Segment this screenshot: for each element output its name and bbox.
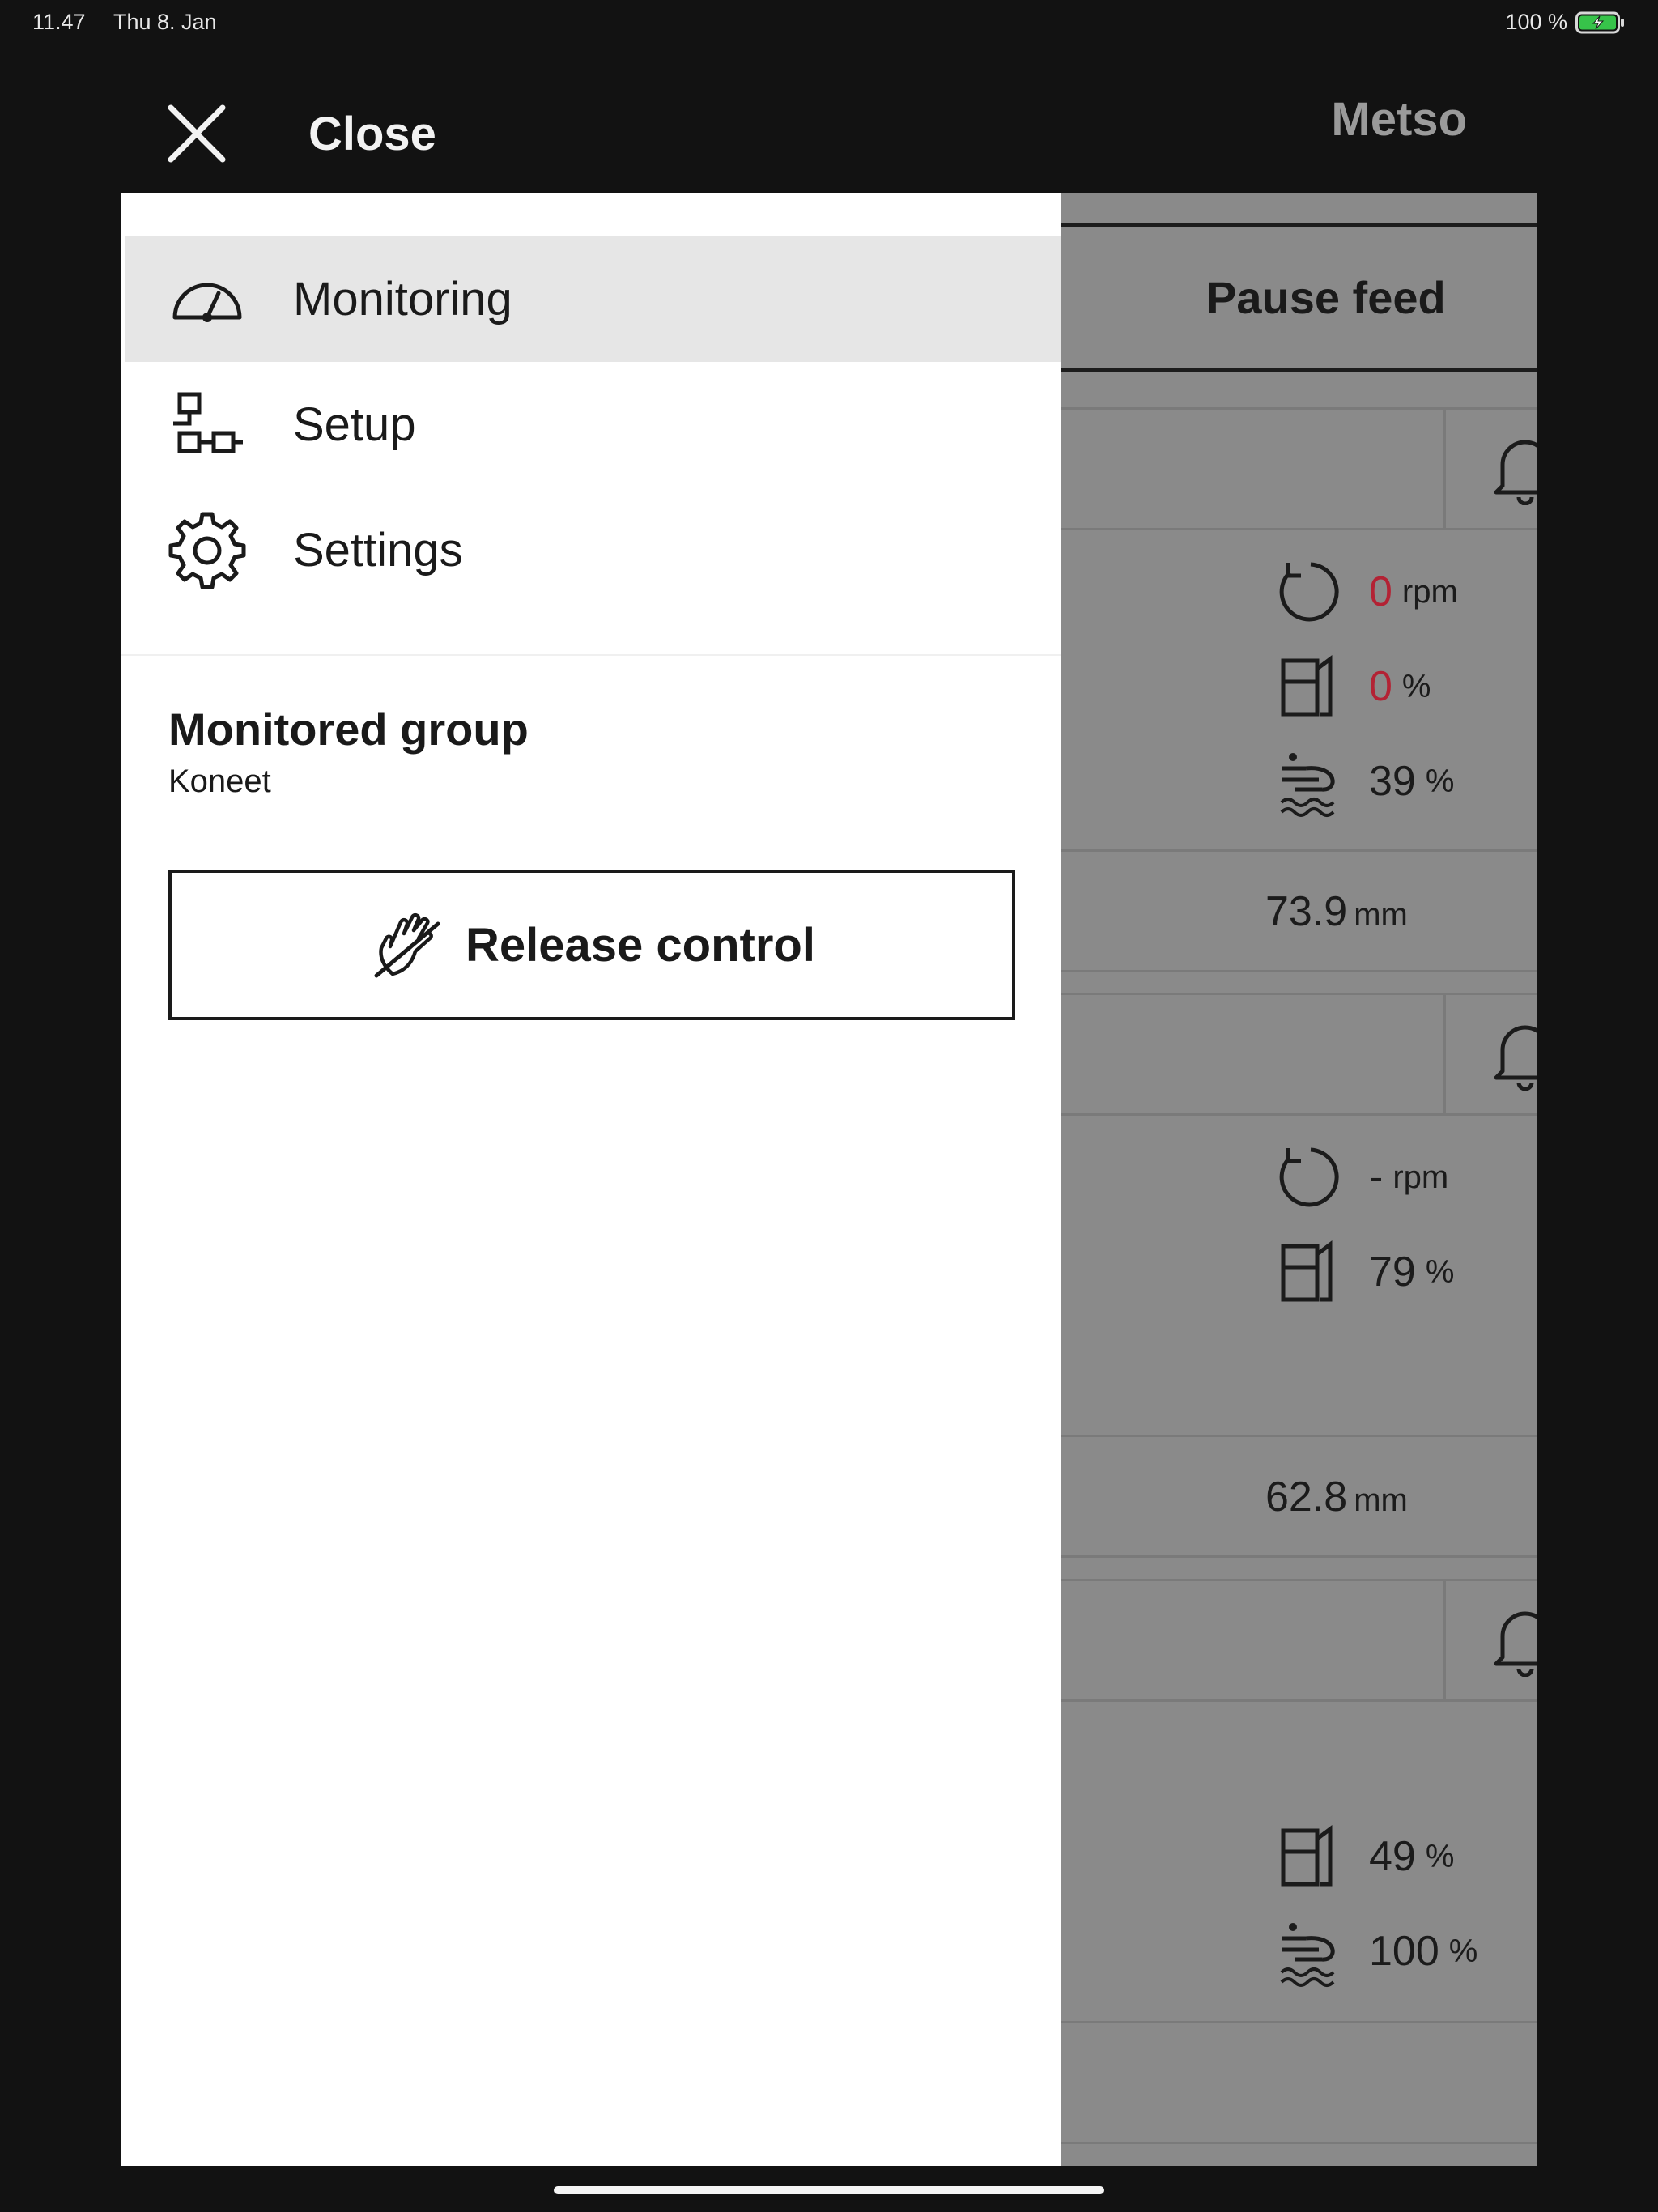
fuel-icon (1281, 655, 1333, 717)
alarm-button[interactable] (1443, 995, 1537, 1113)
card-footer: 73.9 mm (1055, 849, 1537, 970)
water-spray-icon (1280, 1923, 1335, 1987)
alarm-button[interactable] (1443, 410, 1537, 528)
setting-value: 62.8 mm (1265, 1473, 1408, 1521)
metric-value: - (1369, 1154, 1384, 1201)
crusher-card[interactable]: 49 % 100 % (1052, 1579, 1537, 2144)
nav-item-label: Monitoring (293, 273, 512, 325)
nav-item-setup[interactable]: Setup (125, 362, 1061, 487)
metric-unit: % (1401, 668, 1431, 704)
metric-value: 49 (1369, 1833, 1416, 1880)
alarm-button[interactable] (1443, 1581, 1537, 1699)
metric-value: 100 (1369, 1928, 1439, 1975)
gauge-icon (172, 283, 242, 322)
monitored-group-title: Monitored group (168, 704, 529, 755)
card-footer (1055, 2021, 1537, 2142)
pause-feed-label: Pause feed (1206, 272, 1446, 323)
metric-value: 0 (1369, 568, 1392, 615)
metric-row: 49 % (1273, 1816, 1454, 1897)
close-button[interactable]: Close (166, 89, 490, 178)
metric-row: - rpm (1273, 1137, 1448, 1218)
clock: 11.47 (32, 10, 86, 34)
flow-diagram-icon (173, 392, 243, 453)
metric-unit: % (1448, 1933, 1478, 1969)
nav-item-label: Settings (293, 524, 463, 576)
rotation-icon (1279, 1147, 1339, 1207)
metric-row: 100 % (1273, 1911, 1477, 1992)
gear-icon (168, 512, 246, 589)
setting-number: 73.9 (1265, 888, 1348, 935)
monitored-group-name: Koneet (168, 764, 271, 799)
crusher-card[interactable]: - rpm 79 % 62.8 mm (1052, 993, 1537, 1558)
bell-icon (1494, 1025, 1537, 1091)
metric-unit: rpm (1401, 573, 1458, 610)
metric-unit: % (1425, 763, 1455, 799)
release-control-button[interactable]: Release control (168, 870, 1015, 1020)
bell-icon (1494, 440, 1537, 505)
card-header (1055, 995, 1537, 1116)
release-control-label: Release control (466, 918, 815, 972)
nav-item-label: Setup (293, 398, 416, 451)
metric-row: 79 % (1273, 1231, 1454, 1312)
setting-unit: mm (1354, 1482, 1408, 1518)
metric-row: 39 % (1273, 741, 1454, 822)
divider (121, 654, 1061, 656)
fuel-icon (1281, 1240, 1333, 1302)
card-header (1055, 1581, 1537, 1702)
metric-row: 0 rpm (1273, 551, 1458, 632)
setting-unit: mm (1354, 897, 1408, 933)
hand-off-icon (374, 912, 440, 978)
close-icon (168, 104, 226, 163)
crusher-card[interactable]: 0 rpm 0 % 39 % 73.9 mm (1052, 407, 1537, 972)
brand-name: Metso (1331, 93, 1467, 146)
status-bar: 11.47 Thu 8. Jan 100 % (0, 0, 1658, 45)
battery-percent: 100 % (1505, 10, 1567, 34)
date: Thu 8. Jan (113, 10, 217, 34)
nav-item-settings[interactable]: Settings (125, 487, 1061, 613)
rotation-icon (1279, 562, 1339, 622)
metric-value: 39 (1369, 758, 1416, 805)
setting-value: 73.9 mm (1265, 887, 1408, 936)
top-bar: Close Metso (0, 45, 1658, 193)
card-header (1055, 410, 1537, 530)
home-indicator[interactable] (554, 2186, 1104, 2194)
metric-unit: rpm (1392, 1159, 1449, 1195)
battery-icon (1575, 11, 1626, 35)
bell-icon (1494, 1611, 1537, 1677)
close-label: Close (308, 107, 436, 160)
card-footer: 62.8 mm (1055, 1435, 1537, 1555)
metric-row: 0 % (1273, 646, 1431, 727)
navigation-drawer: Monitoring Setup Settings Monitored grou… (121, 193, 1061, 2166)
metric-unit: % (1425, 1838, 1455, 1874)
pause-feed-button[interactable]: Pause feed (1052, 223, 1537, 372)
setting-number: 62.8 (1265, 1474, 1348, 1521)
metric-value: 0 (1369, 663, 1392, 710)
metric-unit: % (1425, 1253, 1455, 1290)
water-spray-icon (1280, 753, 1335, 817)
metric-value: 79 (1369, 1249, 1416, 1295)
fuel-icon (1281, 1825, 1333, 1887)
nav-item-monitoring[interactable]: Monitoring (125, 236, 1061, 362)
